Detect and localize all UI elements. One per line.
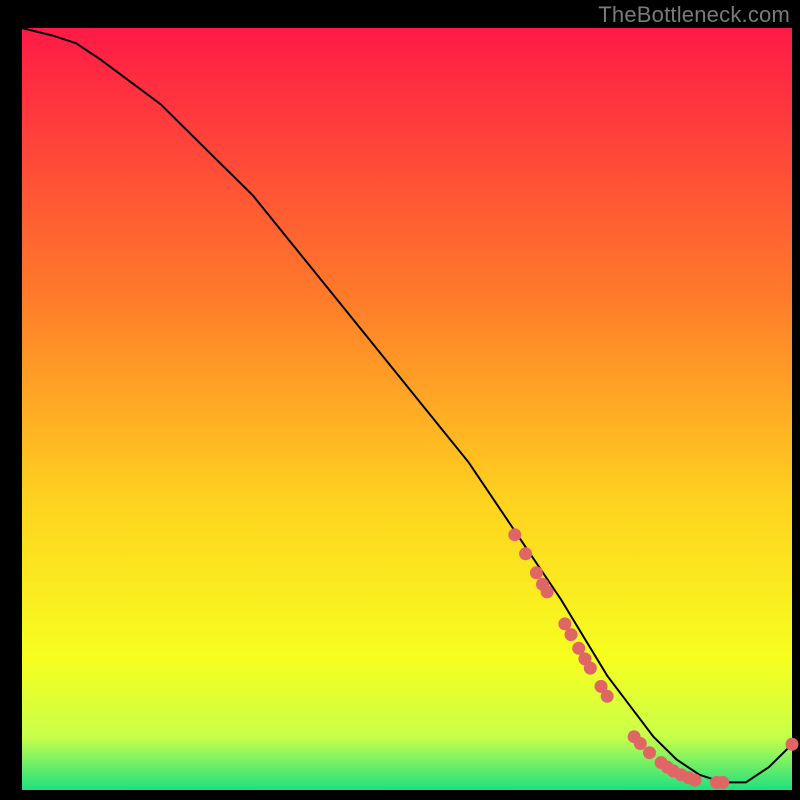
marker-dot	[508, 528, 521, 541]
marker-dot	[716, 776, 729, 789]
chart-container: { "watermark": "TheBottleneck.com", "col…	[0, 0, 800, 800]
marker-dot	[786, 738, 799, 751]
marker-dot	[541, 585, 554, 598]
marker-dot	[530, 566, 543, 579]
gradient-background	[22, 28, 792, 790]
marker-dot	[565, 628, 578, 641]
marker-dot	[689, 774, 702, 787]
marker-dot	[584, 662, 597, 675]
marker-dot	[601, 690, 614, 703]
watermark-text: TheBottleneck.com	[598, 2, 790, 28]
bottleneck-chart	[0, 0, 800, 800]
marker-dot	[643, 746, 656, 759]
marker-dot	[634, 737, 647, 750]
marker-dot	[519, 547, 532, 560]
